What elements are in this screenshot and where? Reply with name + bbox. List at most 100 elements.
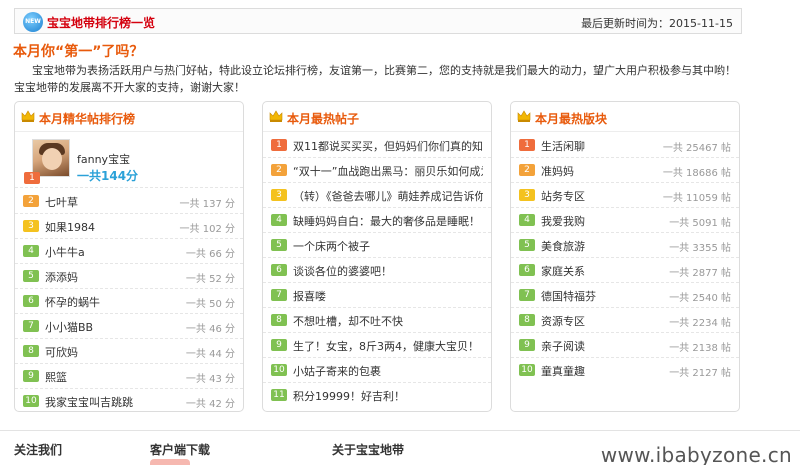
intro-text: 宝宝地带为表扬活跃用户与热门好帖，特此设立论坛排行榜，友谊第一，比赛第二，您的支… xyxy=(14,64,736,94)
list-item-label[interactable]: 家庭关系 xyxy=(541,263,585,279)
rank-badge: 10 xyxy=(271,364,287,376)
list-item-label[interactable]: 我爱我购 xyxy=(541,213,585,229)
list-item[interactable]: 8 资源专区 一共 2234 帖 xyxy=(511,308,739,333)
list-item-label[interactable]: “双十一”血战跑出黑马：丽贝乐如何成为妈 xyxy=(293,163,483,179)
list-item[interactable]: 8 可欣妈 一共 44 分 xyxy=(15,339,243,364)
list-item[interactable]: 10 我家宝宝叫吉跳跳 一共 42 分 xyxy=(15,389,243,414)
list-item-label[interactable]: 缺睡妈妈自白：最大的奢侈品是睡眠！ xyxy=(293,213,480,229)
list-item-label[interactable]: 童真童趣 xyxy=(541,363,585,379)
list-item-label[interactable]: 我家宝宝叫吉跳跳 xyxy=(45,394,133,410)
rank-badge: 6 xyxy=(271,264,287,276)
list-item-label[interactable]: 小小猫BB xyxy=(45,319,93,335)
list-item-label[interactable]: 站务专区 xyxy=(541,188,585,204)
list-item-label[interactable]: 生了！女宝，8斤3两4，健康大宝贝！ xyxy=(293,338,479,354)
footer-client-download[interactable]: 客户端下载 xyxy=(150,441,210,458)
list-item[interactable]: 3 （转）《爸爸去哪儿》萌娃养成记告诉你儿童 xyxy=(263,183,491,208)
list-item-label[interactable]: 一个床两个被子 xyxy=(293,238,370,254)
last-updated: 最后更新时间为：2015-11-15 xyxy=(581,17,733,30)
rank-badge: 3 xyxy=(519,189,535,201)
list-item-count: 一共 66 分 xyxy=(185,249,235,260)
panel-title: 本月精华帖排行榜 xyxy=(39,112,136,126)
rank-badge: 10 xyxy=(23,395,39,407)
list-item[interactable]: 4 我爱我购 一共 5091 帖 xyxy=(511,208,739,233)
list-item-label[interactable]: 双11都说买买买，但妈妈们你们真的知道买 xyxy=(293,138,483,154)
list-item-label[interactable]: 怀孕的蜗牛 xyxy=(45,294,100,310)
rank-badge: 7 xyxy=(23,320,39,332)
list-item-label[interactable]: 如果1984 xyxy=(45,219,95,235)
panel-header: 本月最热帖子 xyxy=(263,102,491,132)
list-item[interactable]: 10 小姑子寄来的包裹 xyxy=(263,358,491,383)
crown-icon xyxy=(21,110,35,122)
list-item[interactable]: 4 缺睡妈妈自白：最大的奢侈品是睡眠！ xyxy=(263,208,491,233)
list-item-label[interactable]: 德国特福芬 xyxy=(541,288,596,304)
app-icon[interactable] xyxy=(150,459,190,465)
list-item-count: 一共 5091 帖 xyxy=(669,218,731,229)
rank-badge: 7 xyxy=(519,289,535,301)
rank-badge: 10 xyxy=(519,364,535,376)
rank-badge: 9 xyxy=(271,339,287,351)
rank-badge: 7 xyxy=(271,289,287,301)
list-item-label[interactable]: 熙篮 xyxy=(45,369,67,385)
list-item[interactable]: 5 一个床两个被子 xyxy=(263,233,491,258)
list-item-count: 一共 2138 帖 xyxy=(669,343,731,354)
list-item[interactable]: 3 站务专区 一共 11059 帖 xyxy=(511,183,739,208)
list-item-label[interactable]: 小牛牛a xyxy=(45,244,85,260)
list-item[interactable]: 8 不想吐槽，却不吐不快 xyxy=(263,308,491,333)
list-item-label[interactable]: 报喜喽 xyxy=(293,288,326,304)
list-item[interactable]: 9 亲子阅读 一共 2138 帖 xyxy=(511,333,739,358)
list-item[interactable]: 7 德国特福芬 一共 2540 帖 xyxy=(511,283,739,308)
list-item[interactable]: 4 小牛牛a 一共 66 分 xyxy=(15,239,243,264)
list-item-label[interactable]: 不想吐槽，却不吐不快 xyxy=(293,313,403,329)
rank-badge: 1 xyxy=(271,139,287,151)
page-title: 宝宝地带排行榜一览 xyxy=(47,16,156,30)
list-item[interactable]: 7 小小猫BB 一共 46 分 xyxy=(15,314,243,339)
rank-badge: 3 xyxy=(23,220,39,232)
list-item-label[interactable]: 可欣妈 xyxy=(45,344,78,360)
list-item[interactable]: 2 “双十一”血战跑出黑马：丽贝乐如何成为妈 xyxy=(263,158,491,183)
list-item[interactable]: 5 添添妈 一共 52 分 xyxy=(15,264,243,289)
list-item[interactable]: 6 谈谈各位的婆婆吧！ xyxy=(263,258,491,283)
list-item-label[interactable]: 添添妈 xyxy=(45,269,78,285)
list-item[interactable]: 1 生活闲聊 一共 25467 帖 xyxy=(511,133,739,158)
panel-header: 本月最热版块 xyxy=(511,102,739,132)
list-item[interactable]: 7 报喜喽 xyxy=(263,283,491,308)
list-item-label[interactable]: 准妈妈 xyxy=(541,163,574,179)
list-item[interactable]: 6 家庭关系 一共 2877 帖 xyxy=(511,258,739,283)
rank-badge: 2 xyxy=(271,164,287,176)
list-item-label[interactable]: 积分19999！好吉利！ xyxy=(293,388,405,404)
list-item[interactable]: 10 童真童趣 一共 2127 帖 xyxy=(511,358,739,383)
list-item-count: 一共 11059 帖 xyxy=(662,193,731,204)
list-item-label[interactable]: 资源专区 xyxy=(541,313,585,329)
rank-badge: 5 xyxy=(23,270,39,282)
rank-badge: 5 xyxy=(519,239,535,251)
list-item-count: 一共 2540 帖 xyxy=(669,293,731,304)
list-item-label[interactable]: 谈谈各位的婆婆吧！ xyxy=(293,263,392,279)
list-item-count: 一共 42 分 xyxy=(185,399,235,410)
list-item[interactable]: 2 准妈妈 一共 18686 帖 xyxy=(511,158,739,183)
list-item-label[interactable]: 七叶草 xyxy=(45,194,78,210)
list-item-label[interactable]: 美食旅游 xyxy=(541,238,585,254)
list-item[interactable]: 11 积分19999！好吉利！ xyxy=(263,383,491,408)
list-item[interactable]: 5 美食旅游 一共 3355 帖 xyxy=(511,233,739,258)
rank-badge: 9 xyxy=(519,339,535,351)
footer-follow-us[interactable]: 关注我们 xyxy=(14,441,62,458)
footer: 关注我们 客户端下载 关于宝宝地带 www.ibabyzone.cn xyxy=(0,430,800,465)
list-item[interactable]: 9 熙篮 一共 43 分 xyxy=(15,364,243,389)
rank-badge: 11 xyxy=(271,389,287,401)
list-item[interactable]: 6 怀孕的蜗牛 一共 50 分 xyxy=(15,289,243,314)
list-item-count: 一共 52 分 xyxy=(185,274,235,285)
list-item[interactable]: 2 七叶草 一共 137 分 xyxy=(15,189,243,214)
list-item[interactable]: 9 生了！女宝，8斤3两4，健康大宝贝！ xyxy=(263,333,491,358)
featured-user[interactable]: 1 fanny宝宝 一共144分 xyxy=(15,133,243,188)
footer-about[interactable]: 关于宝宝地带 xyxy=(332,441,404,458)
list-item-label[interactable]: 生活闲聊 xyxy=(541,138,585,154)
list-item-count: 一共 25467 帖 xyxy=(662,143,731,154)
list-item-label[interactable]: 小姑子寄来的包裹 xyxy=(293,363,381,379)
rank-badge: 3 xyxy=(271,189,287,201)
list-item-label[interactable]: （转）《爸爸去哪儿》萌娃养成记告诉你儿童 xyxy=(293,188,483,204)
list-item[interactable]: 1 双11都说买买买，但妈妈们你们真的知道买 xyxy=(263,133,491,158)
list-item[interactable]: 3 如果1984 一共 102 分 xyxy=(15,214,243,239)
list-item-label[interactable]: 亲子阅读 xyxy=(541,338,585,354)
rank-badge: 4 xyxy=(271,214,287,226)
featured-user-name[interactable]: fanny宝宝 xyxy=(77,151,130,167)
